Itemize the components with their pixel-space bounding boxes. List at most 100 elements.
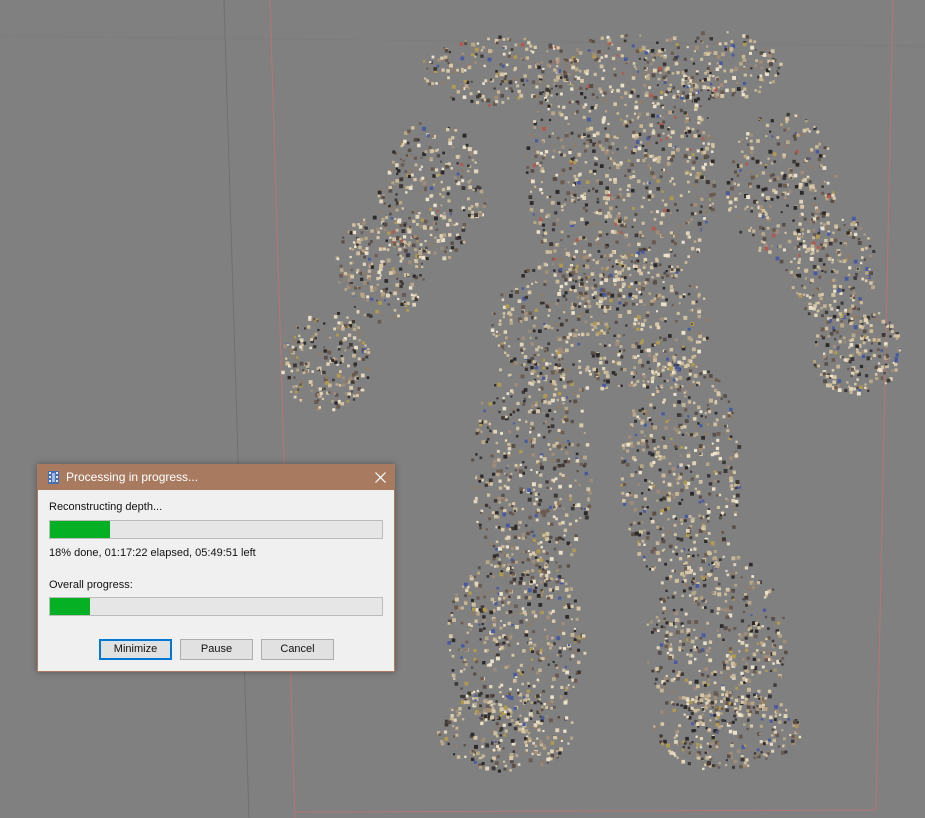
point-cloud-point (656, 367, 660, 371)
point-cloud-point (610, 90, 614, 93)
point-cloud-point (331, 358, 335, 362)
point-cloud-point (689, 148, 692, 151)
point-cloud-point (427, 250, 431, 254)
point-cloud-point (766, 216, 769, 220)
point-cloud-point (565, 396, 568, 399)
point-cloud-point (492, 333, 495, 336)
point-cloud-point (625, 463, 630, 467)
point-cloud-point (712, 432, 717, 437)
point-cloud-point (709, 206, 713, 210)
point-cloud-point (424, 186, 427, 190)
point-cloud-point (542, 422, 545, 425)
point-cloud-point (557, 354, 562, 358)
point-cloud-point (460, 169, 464, 173)
point-cloud-point (297, 388, 300, 391)
point-cloud-point (745, 35, 749, 39)
point-cloud-point (856, 267, 859, 270)
point-cloud-point (415, 214, 420, 219)
point-cloud-point (686, 363, 690, 367)
point-cloud-point (699, 210, 702, 214)
point-cloud-point (585, 280, 588, 283)
point-cloud-point (877, 312, 881, 315)
point-cloud-point (627, 184, 631, 188)
point-cloud-point (687, 82, 690, 85)
point-cloud-point (543, 628, 547, 631)
point-cloud-point (689, 173, 692, 176)
point-cloud-point (527, 682, 530, 685)
point-cloud-point (691, 285, 695, 288)
point-cloud-point (478, 523, 482, 527)
point-cloud-point (410, 293, 414, 297)
point-cloud-point (677, 46, 680, 50)
point-cloud-point (583, 250, 587, 254)
point-cloud-point (524, 311, 528, 316)
point-cloud-point (835, 330, 839, 334)
point-cloud-point (462, 209, 466, 212)
point-cloud-point (341, 357, 345, 361)
point-cloud-point (485, 528, 488, 531)
point-cloud-point (653, 447, 657, 451)
point-cloud-point (627, 267, 631, 271)
point-cloud-point (474, 581, 479, 586)
point-cloud-point (885, 323, 888, 326)
point-cloud-point (620, 367, 624, 371)
point-cloud-point (681, 498, 684, 501)
point-cloud-point (564, 547, 567, 551)
point-cloud-point (503, 454, 508, 459)
point-cloud-point (858, 324, 863, 329)
point-cloud-point (878, 342, 881, 345)
point-cloud-point (372, 215, 377, 220)
point-cloud-point (709, 204, 712, 207)
point-cloud-point (890, 369, 894, 373)
point-cloud-point (642, 247, 646, 251)
point-cloud-point (357, 331, 361, 335)
point-cloud-point (821, 246, 825, 250)
point-cloud-point (864, 246, 868, 250)
point-cloud-point (358, 245, 362, 249)
point-cloud-point (562, 508, 565, 510)
point-cloud-point (557, 464, 561, 468)
point-cloud-point (817, 364, 820, 368)
point-cloud-point (808, 180, 812, 184)
point-cloud-point (559, 284, 564, 289)
point-cloud-point (836, 258, 840, 262)
point-cloud-point (673, 254, 677, 257)
point-cloud-point (433, 180, 437, 184)
point-cloud-point (536, 230, 541, 234)
point-cloud-point (814, 189, 817, 192)
point-cloud-point (548, 409, 552, 412)
point-cloud-point (605, 305, 610, 309)
point-cloud-point (669, 284, 673, 288)
point-cloud-point (552, 222, 556, 226)
point-cloud-point (561, 209, 564, 212)
point-cloud-point (421, 255, 426, 260)
point-cloud-point (492, 554, 497, 558)
point-cloud-point (440, 56, 444, 60)
point-cloud-point (457, 235, 462, 240)
point-cloud-point (833, 299, 837, 303)
point-cloud-point (691, 363, 695, 367)
point-cloud-point (651, 131, 656, 135)
point-cloud-point (818, 275, 822, 279)
point-cloud-point (668, 265, 671, 269)
3d-viewport[interactable]: Processing in progress... Reconstructing… (0, 0, 925, 818)
point-cloud-point (575, 459, 580, 463)
point-cloud-point (539, 91, 543, 96)
point-cloud-scene[interactable] (0, 0, 925, 818)
point-cloud-point (462, 145, 467, 149)
point-cloud-point (678, 557, 683, 561)
point-cloud-point (554, 663, 558, 667)
point-cloud-point (634, 433, 638, 437)
point-cloud-point (691, 127, 695, 131)
point-cloud-point (546, 635, 549, 638)
point-cloud-point (700, 31, 705, 36)
point-cloud-point (543, 231, 548, 235)
point-cloud-point (468, 591, 472, 595)
point-cloud-point (696, 149, 700, 153)
point-cloud-point (808, 305, 813, 310)
point-cloud-point (830, 238, 834, 242)
point-cloud-point (452, 97, 455, 101)
point-cloud-point (509, 603, 512, 606)
point-cloud-point (778, 244, 782, 249)
point-cloud-point (634, 356, 637, 359)
